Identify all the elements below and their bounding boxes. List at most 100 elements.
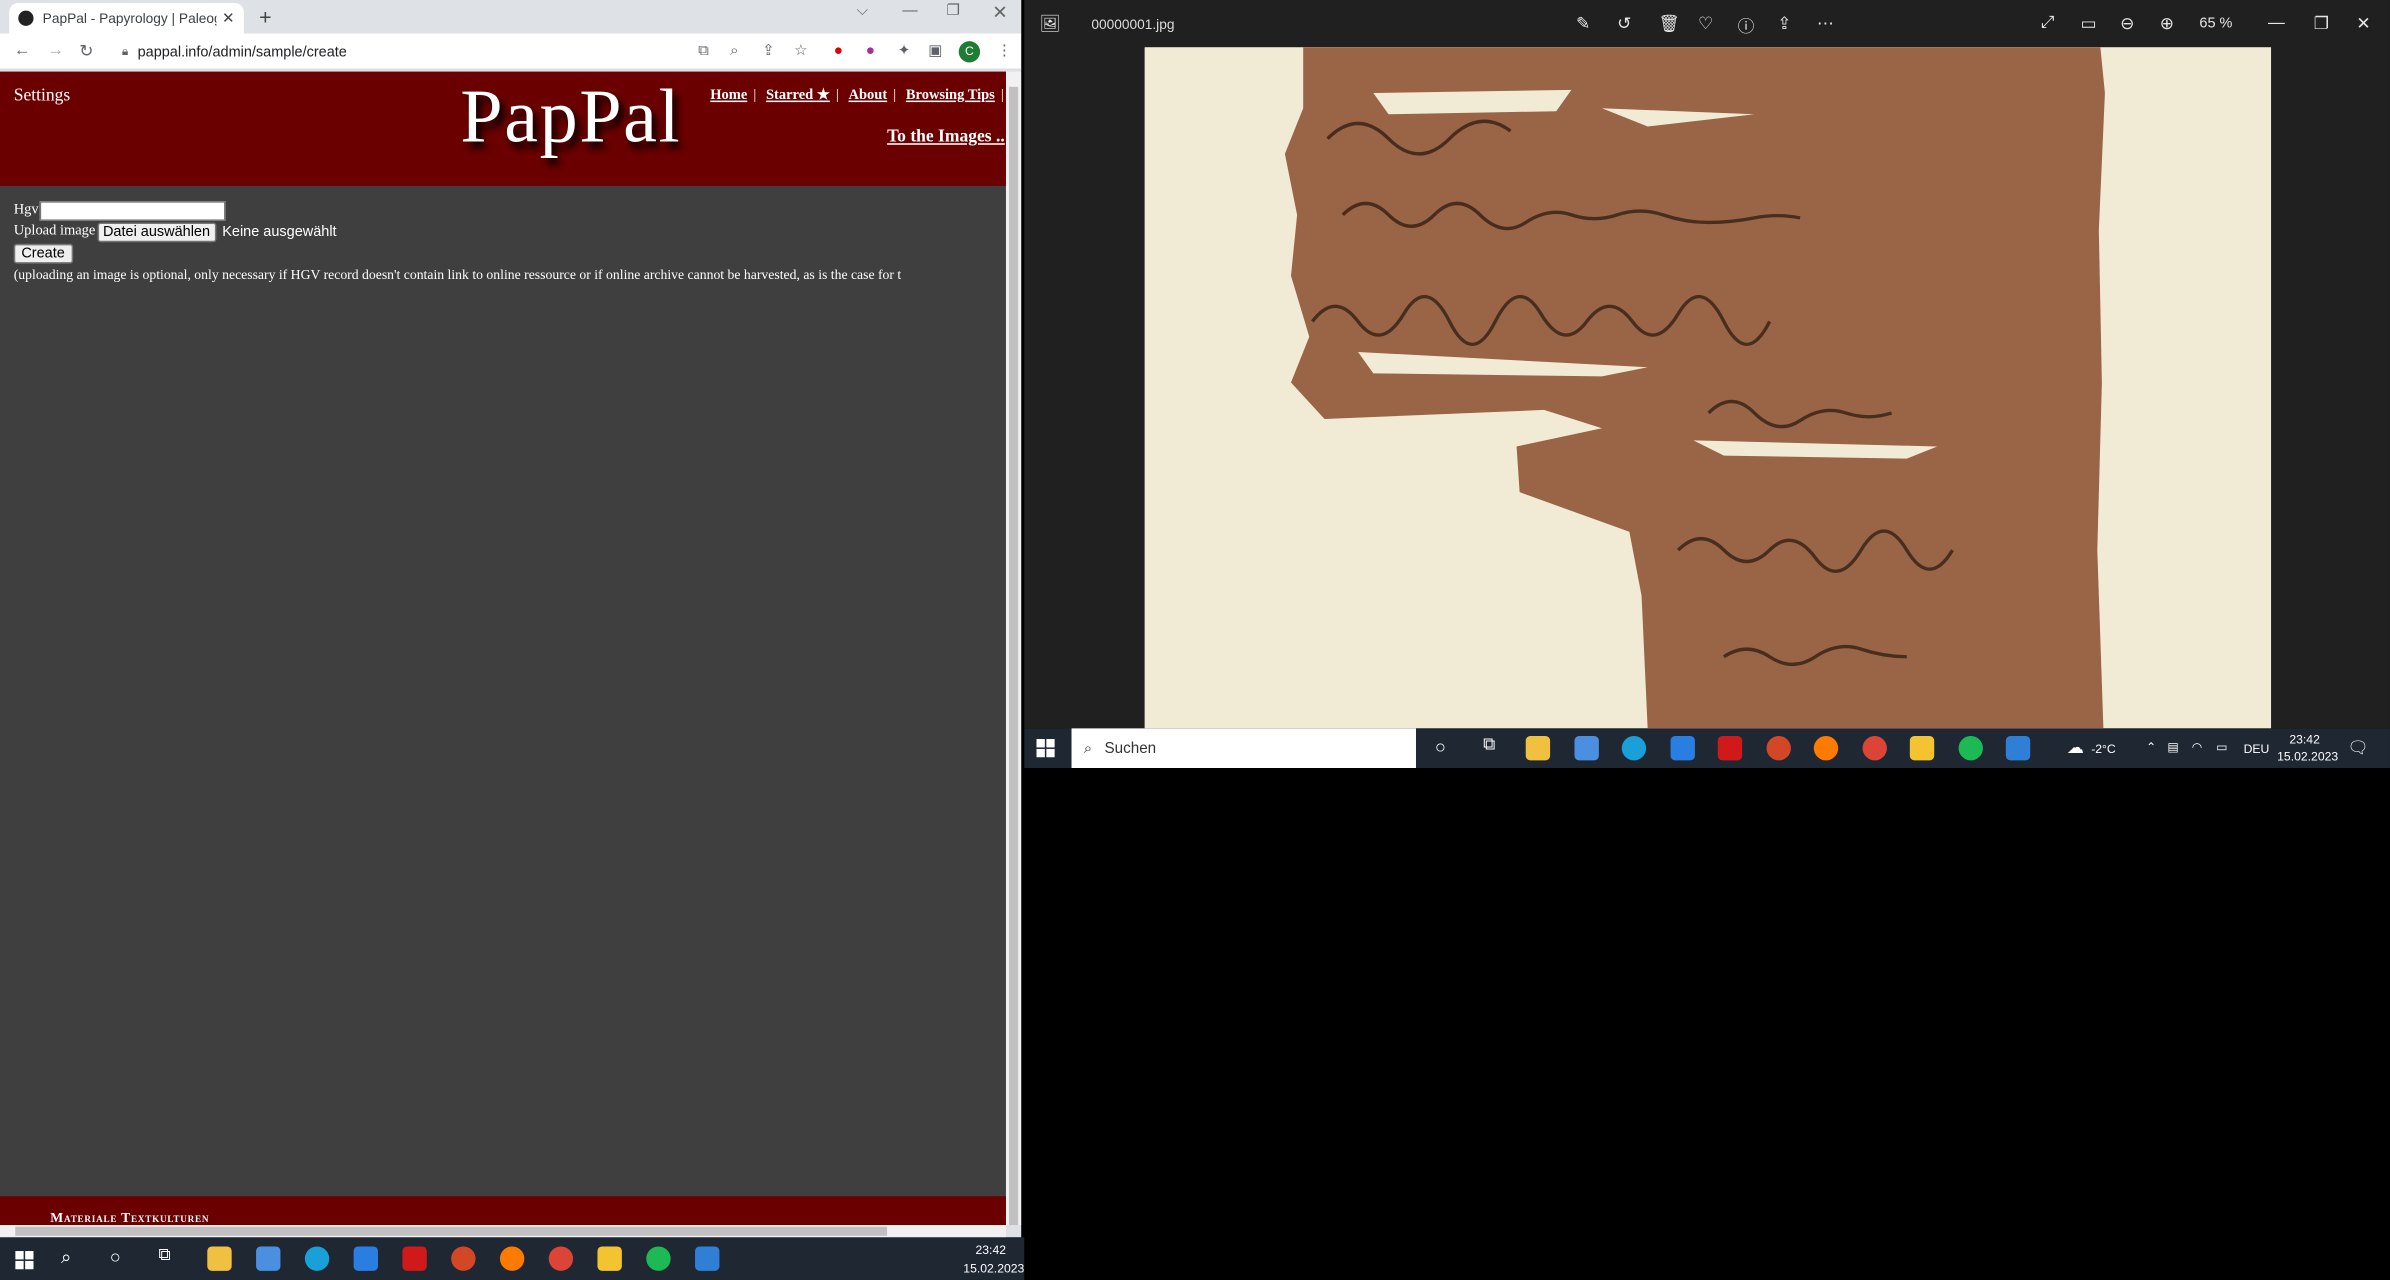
browser-tab[interactable]: PapPal - Papyrology | Paleograph ✕ bbox=[9, 3, 244, 34]
close-window-icon[interactable]: ✕ bbox=[992, 2, 1007, 23]
photos-icon[interactable] bbox=[695, 1246, 720, 1271]
zoom-in-icon[interactable]: ⊕ bbox=[2160, 14, 2174, 33]
favorite-heart-icon[interactable]: ♡ bbox=[1698, 14, 1713, 33]
wifi-icon[interactable]: ◠ bbox=[2192, 741, 2203, 755]
fit-to-window-icon[interactable]: ▭ bbox=[2081, 14, 2097, 33]
fullscreen-icon[interactable]: ⤢ bbox=[2041, 14, 2054, 34]
spotify-icon[interactable] bbox=[1958, 735, 1983, 761]
nav-about[interactable]: About bbox=[849, 88, 888, 103]
translate-icon[interactable]: ⧉ bbox=[698, 43, 709, 60]
more-options-icon[interactable]: ⋯ bbox=[1817, 14, 1834, 33]
clock-time[interactable]: 23:42 bbox=[2289, 733, 2320, 747]
chrome-icon[interactable] bbox=[548, 1246, 574, 1271]
page-content: Settings PapPal Home | Starred ★ | About | … bbox=[0, 71, 1006, 1226]
horizontal-scrollbar[interactable] bbox=[0, 1225, 1006, 1238]
forward-icon[interactable]: → bbox=[47, 41, 64, 59]
acrobat-icon[interactable] bbox=[1717, 735, 1743, 761]
back-icon[interactable]: ← bbox=[14, 41, 31, 59]
top-nav: Home | Starred ★ | About | Browsing Tips | bbox=[710, 88, 1004, 104]
vertical-scrollbar[interactable] bbox=[1005, 71, 1022, 1226]
network-icon[interactable]: ▤ bbox=[2167, 741, 2179, 755]
edit-image-icon[interactable]: ✎ bbox=[1576, 14, 1590, 33]
weather-icon[interactable]: ☁ bbox=[2067, 738, 2084, 757]
reload-icon[interactable]: ↻ bbox=[79, 41, 93, 61]
extension-red-icon[interactable]: ● bbox=[834, 43, 843, 60]
spotify-icon[interactable] bbox=[646, 1246, 671, 1271]
notes-icon[interactable] bbox=[597, 1246, 622, 1271]
store-icon[interactable] bbox=[256, 1246, 281, 1271]
taskbar-search-box[interactable]: ⌕ Suchen bbox=[1071, 728, 1416, 768]
taskbar-primary: ⌕ ○ ⧉ 23:42 15.02.2023 bbox=[0, 1237, 1024, 1280]
site-header: Settings PapPal Home | Starred ★ | About | … bbox=[0, 71, 1006, 186]
share-icon[interactable]: ⇪ bbox=[762, 43, 775, 60]
tray-chevron-icon[interactable]: ⌃ bbox=[2146, 741, 2156, 755]
choose-file-button[interactable]: Datei auswählen bbox=[96, 221, 217, 242]
edge-icon[interactable] bbox=[1621, 735, 1647, 761]
papyrus-image[interactable] bbox=[1144, 47, 2272, 729]
info-icon[interactable]: ⓘ bbox=[1738, 14, 1755, 38]
mail-icon[interactable] bbox=[353, 1246, 379, 1271]
pappal-favicon-icon bbox=[18, 10, 34, 26]
mail-icon[interactable] bbox=[1670, 735, 1695, 761]
hgv-input[interactable] bbox=[40, 200, 227, 221]
delete-icon[interactable]: 🗑︎ bbox=[1658, 14, 1679, 33]
task-view-icon[interactable]: ⧉ bbox=[159, 1246, 183, 1270]
close-icon[interactable]: ✕ bbox=[2356, 14, 2370, 33]
battery-icon[interactable]: ▭ bbox=[2216, 741, 2228, 755]
site-logo[interactable]: PapPal bbox=[460, 72, 681, 160]
acrobat-icon[interactable] bbox=[402, 1246, 427, 1271]
file-explorer-icon[interactable] bbox=[207, 1246, 232, 1271]
search-icon[interactable]: ⌕ bbox=[61, 1246, 85, 1270]
address-bar[interactable]: 🔒︎ pappal.info/admin/sample/create bbox=[112, 38, 830, 66]
extensions-puzzle-icon[interactable]: ✦ bbox=[898, 43, 911, 60]
zoom-out-icon[interactable]: ⊖ bbox=[2120, 14, 2134, 33]
clock-time[interactable]: 23:42 bbox=[975, 1243, 1006, 1257]
profile-avatar[interactable]: C bbox=[958, 41, 981, 63]
zoom-icon[interactable]: ⌕ bbox=[730, 43, 739, 60]
new-tab-icon[interactable]: + bbox=[259, 5, 271, 29]
restore-icon[interactable]: ❐ bbox=[947, 3, 961, 20]
photos-icon[interactable] bbox=[2005, 735, 2031, 761]
firefox-icon[interactable] bbox=[499, 1246, 525, 1271]
firefox-icon[interactable] bbox=[1813, 735, 1839, 761]
url-text: pappal.info/admin/sample/create bbox=[137, 43, 347, 61]
tab-close-icon[interactable]: ✕ bbox=[222, 10, 235, 27]
task-view-icon[interactable]: ⧉ bbox=[1477, 736, 1501, 760]
clock-date[interactable]: 15.02.2023 bbox=[2277, 750, 2338, 764]
nav-starred[interactable]: Starred ★ bbox=[766, 88, 830, 103]
browser-toolbar: ← → ↻ 🔒︎ pappal.info/admin/sample/create… bbox=[0, 33, 1022, 71]
share-icon[interactable]: ⇪ bbox=[1777, 14, 1791, 33]
powerpoint-icon[interactable] bbox=[1766, 735, 1791, 761]
bookmark-star-icon[interactable]: ☆ bbox=[794, 43, 808, 60]
tab-search-icon[interactable]: ⌵ bbox=[857, 3, 869, 20]
zoom-level[interactable]: 65 % bbox=[2199, 15, 2232, 32]
cortana-icon[interactable]: ○ bbox=[1428, 736, 1452, 760]
extension-purple-icon[interactable]: ● bbox=[866, 43, 875, 60]
powerpoint-icon[interactable] bbox=[451, 1246, 476, 1271]
windows-start-icon[interactable] bbox=[15, 1250, 34, 1277]
side-panel-icon[interactable]: ▣ bbox=[928, 43, 942, 60]
photos-viewer: 🖼︎ 00000001.jpg ✎ ↺ 🗑︎ ♡ ⓘ ⇪ ⋯ ⤢ ▭ ⊖ ⊕ 6… bbox=[1024, 0, 2390, 729]
create-button[interactable]: Create bbox=[13, 243, 73, 263]
nav-home[interactable]: Home bbox=[710, 88, 747, 103]
chrome-icon[interactable] bbox=[1862, 735, 1887, 761]
to-images-link[interactable]: To the Images .. bbox=[887, 128, 1005, 146]
minimize-icon[interactable]: — bbox=[902, 3, 917, 20]
menu-kebab-icon[interactable]: ⋮ bbox=[997, 43, 1012, 60]
rotate-icon[interactable]: ↺ bbox=[1617, 14, 1631, 33]
restore-icon[interactable]: ❐ bbox=[2314, 14, 2329, 33]
edge-icon[interactable] bbox=[304, 1246, 330, 1271]
store-icon[interactable] bbox=[1574, 735, 1599, 761]
weather-temp[interactable]: -2°C bbox=[2091, 742, 2116, 756]
settings-link[interactable]: Settings bbox=[14, 87, 70, 105]
windows-start-icon[interactable] bbox=[1036, 738, 1055, 765]
file-explorer-icon[interactable] bbox=[1525, 735, 1551, 761]
minimize-icon[interactable]: — bbox=[2268, 14, 2285, 32]
create-sample-form: Hgv Upload image Datei auswählen Keine a… bbox=[13, 200, 901, 285]
cortana-icon[interactable]: ○ bbox=[110, 1246, 134, 1270]
nav-browsing-tips[interactable]: Browsing Tips bbox=[906, 88, 995, 103]
notes-icon[interactable] bbox=[1909, 735, 1935, 761]
input-language[interactable]: DEU bbox=[2244, 742, 2270, 756]
notifications-icon[interactable]: 🗨︎ bbox=[2347, 738, 2368, 757]
clock-date[interactable]: 15.02.2023 bbox=[963, 1262, 1024, 1276]
